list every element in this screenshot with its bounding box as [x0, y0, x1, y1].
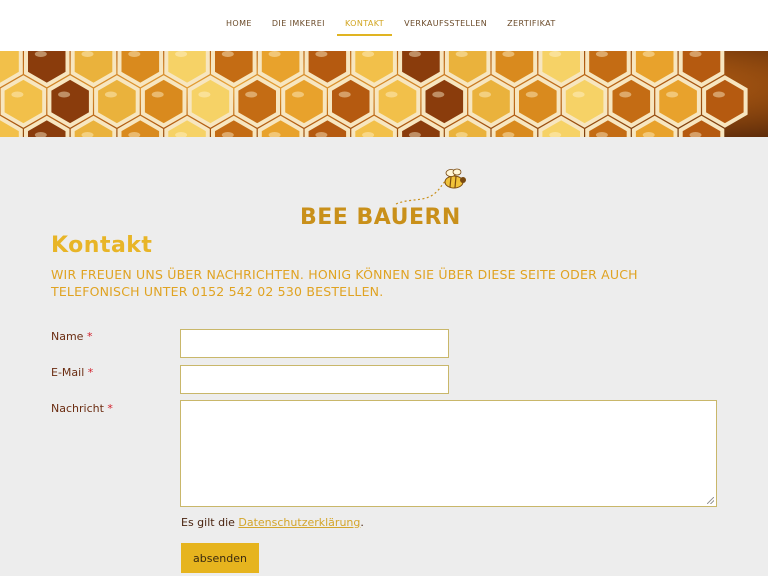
honeycomb-cell — [140, 75, 187, 128]
honeycomb-highlight — [408, 51, 421, 57]
nav-menu: HOME DIE IMKEREI KONTAKT VERKAUFSSTELLEN… — [216, 13, 566, 36]
honeycomb-cell — [538, 51, 584, 88]
message-field-wrapper — [180, 400, 717, 507]
honeycomb-banner-image — [0, 51, 768, 137]
honeycomb-cell — [398, 51, 444, 88]
nav-item-kontakt[interactable]: KONTAKT — [335, 13, 394, 36]
required-marker: * — [86, 330, 93, 343]
honeycomb-highlight — [525, 91, 538, 98]
honeycomb-highlight — [385, 91, 398, 98]
honeycomb-cell — [421, 75, 468, 128]
honeycomb-highlight — [455, 51, 468, 57]
honeycomb-highlight — [479, 91, 491, 98]
honeycomb-cell — [515, 75, 561, 128]
honeycomb-cell — [491, 51, 538, 88]
email-label: E-Mail * — [51, 366, 94, 379]
honeycomb-cell — [211, 51, 257, 88]
honeycomb-highlight — [175, 51, 188, 57]
honeycomb-cell — [0, 75, 47, 128]
honeycomb-highlight — [595, 51, 608, 57]
required-marker: * — [107, 402, 113, 415]
honeycomb-highlight — [104, 91, 117, 98]
honeycomb-cell — [304, 51, 351, 88]
honeycomb-cell — [117, 51, 164, 88]
honeycomb-highlight — [221, 51, 234, 57]
honeycomb-cell — [187, 75, 234, 128]
message-textarea[interactable] — [181, 401, 716, 506]
honeycomb-cell — [608, 75, 655, 128]
honeycomb-highlight — [502, 51, 515, 57]
honeycomb-cell — [24, 51, 70, 88]
nav-item-die-imkerei[interactable]: DIE IMKEREI — [262, 13, 335, 36]
honeycomb-highlight — [619, 91, 632, 98]
honeycomb-highlight — [712, 91, 725, 98]
submit-button[interactable]: absenden — [181, 543, 259, 573]
honeycomb-cell — [374, 75, 421, 128]
honeycomb-cell — [164, 51, 210, 88]
name-field-wrapper — [180, 329, 449, 358]
honeycomb-highlight — [432, 91, 445, 98]
honeycomb-highlight — [58, 91, 71, 98]
honeycomb-cell — [702, 75, 748, 128]
bee-icon — [395, 168, 466, 205]
honeycomb-cell — [234, 75, 280, 128]
honeycomb-highlight — [642, 51, 655, 57]
honeycomb-highlight — [666, 91, 679, 98]
honeycomb-cell — [328, 75, 374, 128]
honeycomb-cell — [70, 51, 117, 88]
honeycomb-highlight — [338, 91, 351, 98]
honeycomb-highlight — [549, 51, 562, 57]
honeycomb-highlight — [689, 51, 702, 57]
bee-bauern-logo[interactable]: BEE BAUERN — [298, 168, 468, 232]
resize-handle-icon[interactable] — [707, 497, 714, 504]
honeycomb-cell — [561, 75, 608, 128]
honeycomb-cell — [257, 51, 304, 88]
honeycomb-cell — [678, 51, 725, 88]
honeycomb-highlight — [11, 91, 24, 98]
honeycomb-highlight — [292, 91, 304, 98]
honeycomb-cell — [47, 75, 93, 128]
honeycomb-cell — [351, 51, 397, 88]
honeycomb-highlight — [151, 91, 164, 98]
honeycomb-highlight — [245, 91, 258, 98]
logo-text: BEE BAUERN — [300, 205, 461, 230]
required-marker: * — [87, 366, 94, 379]
email-input[interactable] — [181, 366, 448, 393]
privacy-notice: Es gilt die Datenschutzerklärung. — [181, 516, 364, 529]
honeycomb-cell — [631, 51, 678, 88]
name-input[interactable] — [181, 330, 448, 357]
nav-item-zertifikat[interactable]: ZERTIFIKAT — [497, 13, 566, 36]
honeycomb-cell — [94, 75, 140, 128]
honeycomb-cell — [468, 75, 514, 128]
top-navigation: HOME DIE IMKEREI KONTAKT VERKAUFSSTELLEN… — [0, 0, 768, 51]
honeycomb-highlight — [268, 51, 281, 57]
message-label: Nachricht * — [51, 402, 113, 415]
honeycomb-highlight — [315, 51, 328, 57]
name-label: Name * — [51, 330, 93, 343]
honeycomb-highlight — [198, 91, 211, 98]
nav-item-verkaufsstellen[interactable]: VERKAUFSSTELLEN — [394, 13, 497, 36]
intro-text: Wir freuen uns über Nachrichten. Honig k… — [51, 267, 638, 299]
honeycomb-cell — [444, 51, 491, 88]
honeycomb-cell — [585, 51, 631, 88]
page-title: Kontakt — [51, 233, 153, 258]
honeycomb-cell — [655, 75, 701, 128]
email-field-wrapper — [180, 365, 449, 394]
honeycomb-pattern — [0, 51, 748, 137]
honeycomb-highlight — [128, 51, 141, 57]
honeycomb-cell — [281, 75, 327, 128]
honeycomb-highlight — [81, 51, 94, 57]
honeycomb-highlight — [572, 91, 585, 98]
honeycomb-highlight — [34, 51, 47, 57]
privacy-policy-link[interactable]: Datenschutzerklärung — [238, 516, 360, 529]
nav-item-home[interactable]: HOME — [216, 13, 262, 36]
honeycomb-highlight — [362, 51, 375, 57]
